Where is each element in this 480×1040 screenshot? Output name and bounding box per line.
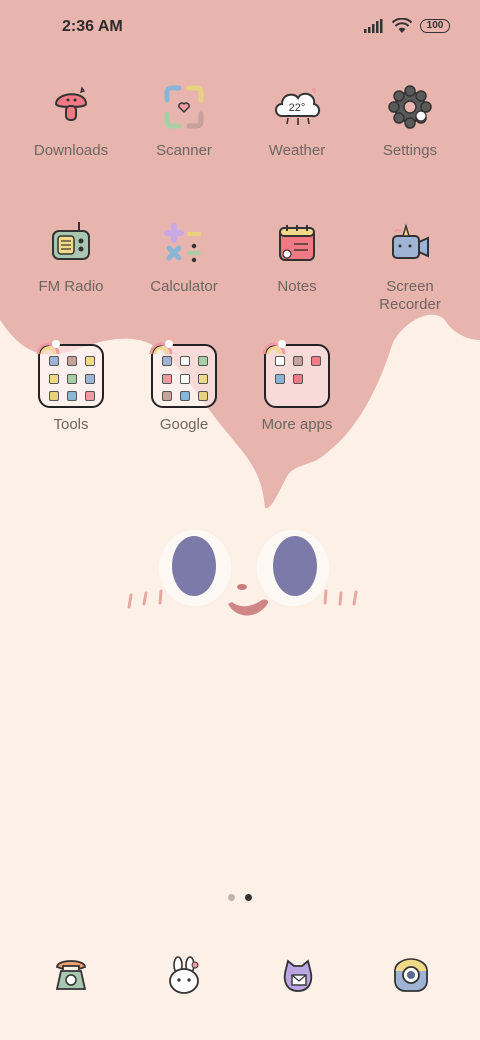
dock-camera[interactable] — [391, 955, 431, 995]
folder-label: Google — [159, 416, 209, 433]
app-fm-radio[interactable]: FM Radio — [15, 218, 127, 296]
battery-icon: 100 — [420, 19, 450, 33]
page-dot-2-active[interactable] — [245, 894, 252, 901]
cloud-weather-icon: 22° — [275, 88, 320, 125]
rainbow-icon — [36, 340, 60, 355]
folder-preview — [149, 340, 217, 408]
app-label: Downloads — [33, 142, 109, 159]
right-eye — [257, 530, 329, 606]
cat-messages-icon — [283, 959, 313, 992]
app-label: FM Radio — [38, 278, 104, 295]
wifi-icon — [392, 18, 412, 33]
folder-preview — [262, 340, 330, 408]
folder-label: More apps — [261, 416, 333, 433]
camera-icon — [394, 958, 428, 992]
weather-temp: 22° — [289, 102, 306, 114]
blush-marks — [127, 589, 358, 609]
status-icons: 100 — [364, 18, 450, 34]
folder-more-apps[interactable]: More apps — [241, 340, 353, 433]
folder-label: Tools — [53, 416, 89, 433]
rainbow-icon — [262, 340, 286, 355]
app-label: Weather — [268, 142, 326, 159]
app-label: Screen Recorder — [379, 278, 441, 313]
page-dot-1[interactable] — [228, 894, 235, 901]
app-label: Notes — [277, 278, 317, 295]
folder-preview — [36, 340, 104, 408]
left-eye — [159, 530, 231, 606]
app-label: Scanner — [156, 142, 212, 159]
folder-tools[interactable]: Tools — [15, 340, 127, 433]
bunny-contacts-icon — [169, 956, 199, 994]
radio-icon — [52, 222, 90, 260]
gear-icon — [388, 85, 432, 129]
app-weather[interactable]: 22° Weather — [241, 82, 353, 160]
app-calculator[interactable]: Calculator — [128, 218, 240, 296]
scanner-icon — [164, 85, 204, 129]
clock: 2:36 AM — [62, 18, 123, 35]
camcorder-icon — [392, 223, 429, 259]
page-indicator — [228, 894, 252, 901]
smile — [228, 599, 269, 616]
app-label: Calculator — [150, 278, 218, 295]
status-bar: 2:36 AM 100 — [0, 0, 480, 56]
app-downloads[interactable]: Downloads — [15, 82, 127, 160]
app-settings[interactable]: Settings — [354, 82, 466, 160]
dock-contacts[interactable] — [164, 955, 204, 995]
app-label: Settings — [382, 142, 438, 159]
nose — [237, 584, 247, 590]
app-scanner[interactable]: Scanner — [128, 82, 240, 160]
notepad-icon — [279, 225, 315, 261]
signal-icon — [364, 19, 383, 33]
phone-icon — [55, 960, 87, 990]
app-screen-recorder[interactable]: Screen Recorder — [354, 218, 466, 314]
rainbow-icon — [149, 340, 173, 355]
dock-messages[interactable] — [278, 955, 318, 995]
app-notes[interactable]: Notes — [241, 218, 353, 296]
dock-phone[interactable] — [51, 955, 91, 995]
folder-google[interactable]: Google — [128, 340, 240, 433]
calculator-icon — [164, 223, 201, 263]
mushroom-download-icon — [54, 86, 88, 121]
